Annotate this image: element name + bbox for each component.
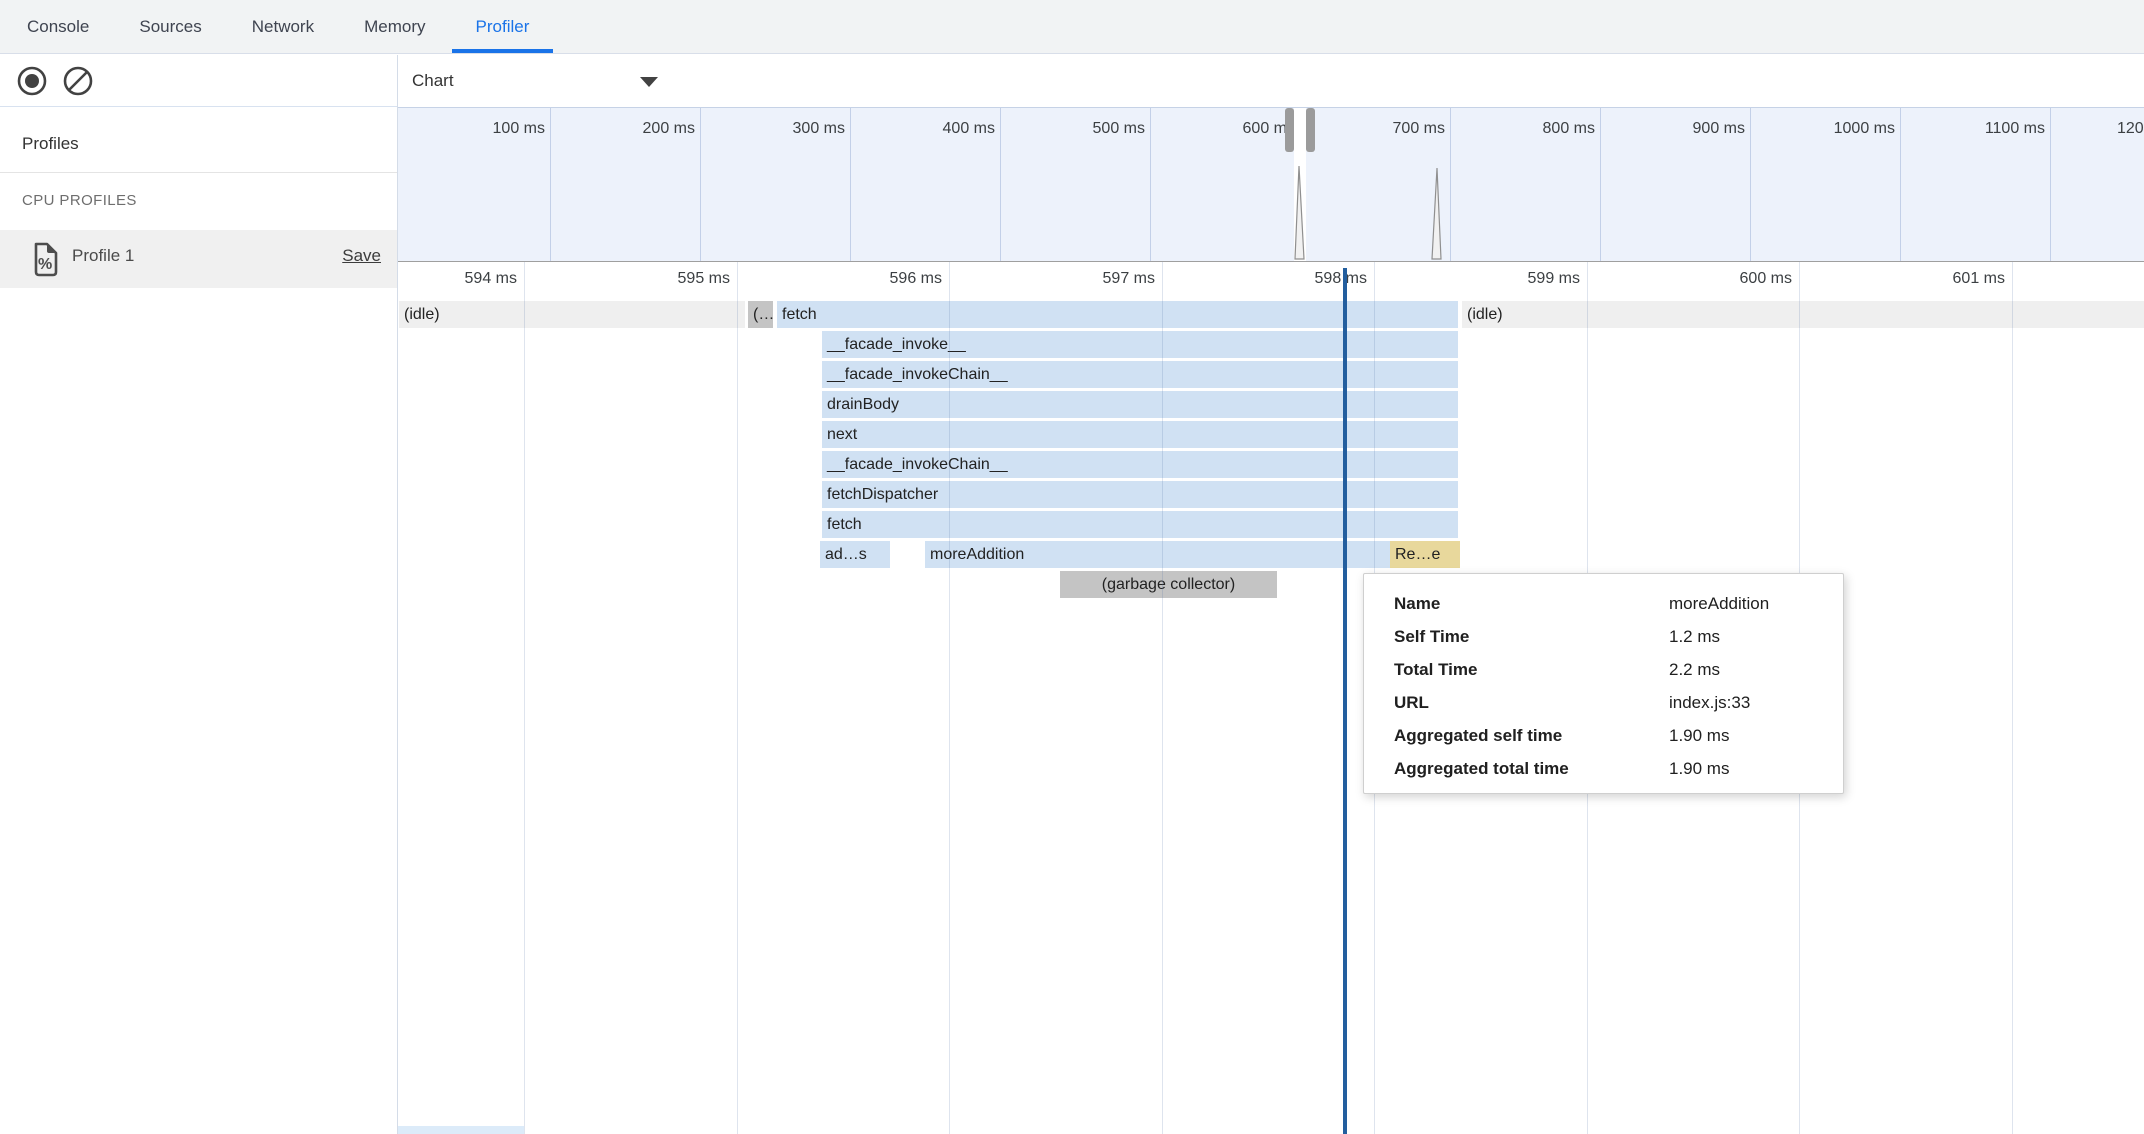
profile-list-item[interactable]: % Profile 1 Save: [0, 230, 397, 288]
ruler-tick-label: 597 ms: [1065, 270, 1155, 288]
clear-button[interactable]: [61, 64, 95, 98]
flame-bar-garbage-collector[interactable]: (garbage collector): [1060, 571, 1277, 598]
ruler-tick-label: 599 ms: [1490, 270, 1580, 288]
flame-bar-facade-invokechain[interactable]: __facade_invokeChain__: [822, 451, 1458, 478]
profile-document-icon: %: [31, 242, 59, 277]
flame-bar-hot-frame[interactable]: Re…e: [1390, 541, 1460, 568]
tooltip-value: 1.2 ms: [1669, 627, 1720, 660]
time-marker-line[interactable]: [1343, 268, 1347, 1134]
view-mode-value: Chart: [412, 71, 454, 91]
tab-memory[interactable]: Memory: [340, 0, 449, 53]
chart-toolbar: Chart: [398, 55, 2144, 107]
tooltip-value: moreAddition: [1669, 594, 1769, 627]
sidebar-divider: [0, 172, 397, 173]
view-mode-dropdown[interactable]: Chart: [412, 65, 662, 97]
profiler-toolbar: [0, 55, 397, 107]
profile-name: Profile 1: [72, 246, 134, 266]
tooltip-label: URL: [1394, 693, 1669, 726]
tooltip-label: Self Time: [1394, 627, 1669, 660]
flame-bar-idle[interactable]: (idle): [1462, 301, 2144, 328]
tooltip-label: Name: [1394, 594, 1669, 627]
tab-sources[interactable]: Sources: [115, 0, 225, 53]
clear-icon: [61, 64, 95, 98]
tooltip-row: Total Time 2.2 ms: [1394, 660, 1843, 693]
tab-profiler[interactable]: Profiler: [452, 0, 554, 53]
tooltip-label: Aggregated self time: [1394, 726, 1669, 759]
frame-details-tooltip: Name moreAddition Self Time 1.2 ms Total…: [1363, 573, 1844, 794]
tooltip-value: 1.90 ms: [1669, 726, 1729, 759]
selection-handle-left[interactable]: [1285, 108, 1294, 152]
selection-handle-right[interactable]: [1306, 108, 1315, 152]
flame-bar-addnumbers[interactable]: ad…s: [820, 541, 890, 568]
ruler-tick-label: 594 ms: [427, 270, 517, 288]
tooltip-row: URL index.js:33: [1394, 693, 1843, 726]
chevron-down-icon: [640, 77, 658, 87]
flame-bar-truncated[interactable]: (…: [748, 301, 773, 328]
tooltip-row: Aggregated self time 1.90 ms: [1394, 726, 1843, 759]
ruler-tick-label: 600 ms: [1702, 270, 1792, 288]
tooltip-row: Self Time 1.2 ms: [1394, 627, 1843, 660]
flame-bar-moreaddition[interactable]: moreAddition: [925, 541, 1391, 568]
tooltip-value: index.js:33: [1669, 693, 1750, 726]
flame-bar-idle[interactable]: (idle): [399, 301, 745, 328]
record-icon: [15, 64, 49, 98]
flame-bar-fetchdispatcher[interactable]: fetchDispatcher: [822, 481, 1458, 508]
tooltip-row: Aggregated total time 1.90 ms: [1394, 759, 1843, 792]
flame-bar-fetch-outer[interactable]: fetch: [777, 301, 1458, 328]
next-row-peek-bar: [398, 1126, 524, 1134]
profile-overview-strip[interactable]: 100 ms 200 ms 300 ms 400 ms 500 ms 600 m…: [398, 107, 2144, 263]
flamechart-time-ruler: 594 ms 595 ms 596 ms 597 ms 598 ms 599 m…: [398, 262, 2144, 301]
flame-bar-facade-invoke[interactable]: __facade_invoke__: [822, 331, 1458, 358]
flame-bar-next[interactable]: next: [822, 421, 1458, 448]
save-profile-link[interactable]: Save: [342, 246, 381, 266]
cpu-activity-spikes: [398, 108, 2144, 261]
flame-bar-facade-invokechain[interactable]: __facade_invokeChain__: [822, 361, 1458, 388]
ruler-tick-label: 598 ms: [1277, 270, 1367, 288]
devtools-tab-bar: Console Sources Network Memory Profiler: [0, 0, 2144, 54]
tooltip-value: 1.90 ms: [1669, 759, 1729, 792]
tooltip-label: Total Time: [1394, 660, 1669, 693]
flame-bar-fetch-inner[interactable]: fetch: [822, 511, 1458, 538]
ruler-tick-label: 595 ms: [640, 270, 730, 288]
tab-network[interactable]: Network: [228, 0, 338, 53]
tooltip-row: Name moreAddition: [1394, 594, 1843, 627]
ruler-tick-label: 601 ms: [1915, 270, 2005, 288]
record-button[interactable]: [15, 64, 49, 98]
flamechart-area[interactable]: (idle) (… fetch (idle) __facade_invoke__…: [398, 301, 2144, 1134]
svg-text:%: %: [38, 256, 52, 273]
tooltip-value: 2.2 ms: [1669, 660, 1720, 693]
tab-console[interactable]: Console: [3, 0, 113, 53]
flame-bar-drainbody[interactable]: drainBody: [822, 391, 1458, 418]
devtools-profiler-panel: Console Sources Network Memory Profiler …: [0, 0, 2144, 1134]
ruler-tick-label: 596 ms: [852, 270, 942, 288]
cpu-profiles-section-title: CPU PROFILES: [22, 192, 137, 209]
sidebar-heading: Profiles: [22, 134, 79, 154]
tooltip-label: Aggregated total time: [1394, 759, 1669, 792]
